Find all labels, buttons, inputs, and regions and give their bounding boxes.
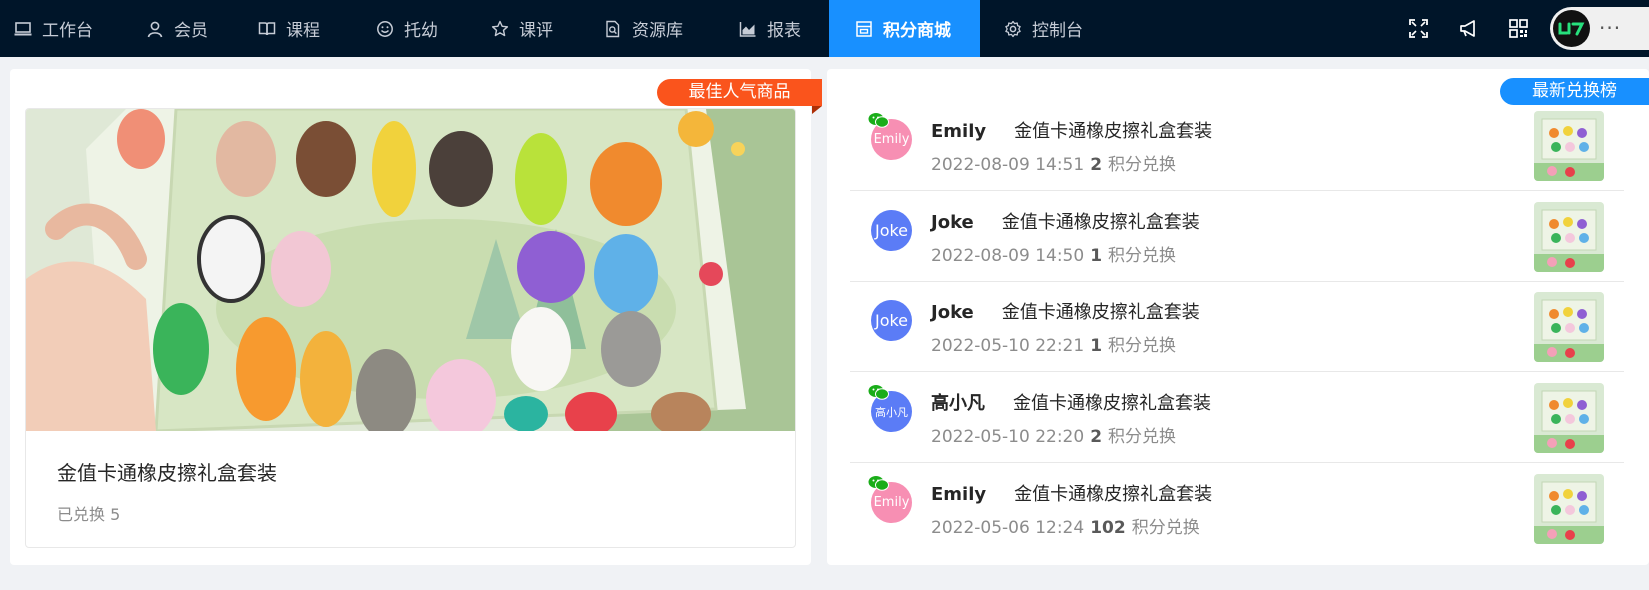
exchange-time: 2022-05-10 22:21 [931, 336, 1085, 356]
exchange-user-line: Joke 金值卡通橡皮擦礼盒套装 [931, 298, 1200, 324]
exchanged-product-name: 金值卡通橡皮擦礼盒套装 [1001, 302, 1200, 323]
exchange-meta: 2022-05-10 22:20 2 积分兑换 [931, 422, 1176, 447]
user-name: Emily [931, 484, 987, 505]
nav-item-review[interactable]: 课评 [491, 0, 553, 57]
user-menu[interactable]: ··· [1550, 7, 1649, 50]
exchanged-product-name: 金值卡通橡皮擦礼盒套装 [1013, 393, 1211, 414]
nav-label: 会员 [174, 21, 208, 41]
exchange-meta: 2022-08-09 14:50 1 积分兑换 [931, 241, 1176, 266]
exchanged-product-name: 金值卡通橡皮擦礼盒套装 [1014, 484, 1213, 505]
exchange-row[interactable]: Emily Emily 金值卡通橡皮擦礼盒套装 2022-08-09 14:51 2 积分… [850, 100, 1624, 191]
user-avatar [1553, 10, 1590, 47]
product-thumbnail [1534, 111, 1604, 181]
points-exchange-label: 积分兑换 [1108, 427, 1177, 447]
product-image [26, 109, 795, 431]
points-value: 2 [1090, 427, 1103, 447]
points-exchange-label: 积分兑换 [1108, 155, 1177, 175]
points-exchange-label: 积分兑换 [1108, 246, 1177, 266]
nav-label: 课程 [286, 21, 320, 41]
gear-icon [1005, 20, 1021, 37]
top-navigation-bar: 工作台 会员 课程 托幼 课评 资源库 报表 积分商城 控制台 ··· [0, 0, 1649, 57]
points-exchange-label: 积分兑换 [1131, 518, 1200, 538]
user-name: Joke [931, 212, 974, 233]
product-name: 金值卡通橡皮擦礼盒套装 [57, 461, 277, 485]
ribbon-fold [812, 106, 822, 114]
product-thumbnail [1534, 292, 1604, 362]
exchange-user-line: Emily 金值卡通橡皮擦礼盒套装 [931, 117, 1212, 143]
nav-label: 控制台 [1032, 21, 1083, 41]
nav-item-workbench[interactable]: 工作台 [14, 0, 93, 57]
product-thumbnail [1534, 474, 1604, 544]
exchange-row[interactable]: Joke Joke 金值卡通橡皮擦礼盒套装 2022-08-09 14:50 1 积分兑换 [850, 191, 1624, 282]
nav-item-reports[interactable]: 报表 [739, 0, 801, 57]
best-popular-ribbon: 最佳人气商品 [657, 79, 822, 106]
notification-icon[interactable] [1458, 18, 1479, 39]
exchange-row[interactable]: Emily Emily 金值卡通橡皮擦礼盒套装 2022-05-06 12:24 102… [850, 463, 1624, 554]
nav-label: 报表 [767, 21, 801, 41]
user-avatar: Joke [871, 210, 912, 251]
points-exchange-label: 积分兑换 [1108, 336, 1177, 356]
exchange-time: 2022-08-09 14:50 [931, 246, 1085, 266]
exchange-user-line: Emily 金值卡通橡皮擦礼盒套装 [931, 480, 1212, 506]
exchange-time: 2022-05-06 12:24 [931, 518, 1085, 538]
wechat-icon [868, 113, 889, 128]
laptop-icon [14, 21, 32, 35]
nav-item-course[interactable]: 课程 [258, 0, 320, 57]
points-value: 102 [1090, 518, 1126, 538]
nav-label: 积分商城 [883, 21, 951, 41]
exchange-meta: 2022-05-06 12:24 102 积分兑换 [931, 513, 1200, 538]
nav-item-points-mall[interactable]: 积分商城 [829, 0, 980, 57]
user-name: Joke [931, 302, 974, 323]
area-chart-icon [739, 21, 756, 37]
nav-label: 托幼 [404, 21, 438, 41]
points-value: 1 [1090, 246, 1103, 266]
more-dots-icon[interactable]: ··· [1599, 16, 1621, 40]
points-value: 2 [1090, 155, 1103, 175]
exchange-time: 2022-05-10 22:20 [931, 427, 1085, 447]
book-icon [258, 21, 276, 35]
exchange-row[interactable]: Joke Joke 金值卡通橡皮擦礼盒套装 2022-05-10 22:21 1 积分兑换 [850, 281, 1624, 372]
smile-icon [377, 20, 393, 37]
wechat-icon [868, 385, 889, 400]
exchanged-product-name: 金值卡通橡皮擦礼盒套装 [1001, 212, 1200, 233]
nav-item-resource-library[interactable]: 资源库 [604, 0, 683, 57]
product-thumbnail [1534, 383, 1604, 453]
shop-icon [856, 20, 872, 37]
qrcode-icon[interactable] [1508, 18, 1529, 39]
star-icon [491, 20, 509, 36]
wechat-icon [868, 476, 889, 491]
user-name: Emily [931, 121, 987, 142]
exchange-row[interactable]: 高小凡 高小凡 金值卡通橡皮擦礼盒套装 2022-05-10 22:20 2 积分兑换 [850, 372, 1624, 463]
exchange-user-line: Joke 金值卡通橡皮擦礼盒套装 [931, 208, 1200, 234]
points-value: 1 [1090, 336, 1103, 356]
nav-item-console[interactable]: 控制台 [1004, 0, 1083, 57]
user-icon [147, 21, 163, 37]
exchange-meta: 2022-08-09 14:51 2 积分兑换 [931, 150, 1176, 175]
nav-item-member[interactable]: 会员 [146, 0, 208, 57]
nav-label: 工作台 [42, 21, 93, 41]
nav-label: 课评 [519, 21, 553, 41]
file-search-icon [606, 20, 620, 37]
nav-label: 资源库 [632, 21, 683, 41]
exchange-time: 2022-08-09 14:51 [931, 155, 1085, 175]
exchanged-product-name: 金值卡通橡皮擦礼盒套装 [1014, 121, 1213, 142]
product-thumbnail [1534, 202, 1604, 272]
nav-item-nursery[interactable]: 托幼 [376, 0, 438, 57]
product-card[interactable]: 金值卡通橡皮擦礼盒套装 已兑换 5 [25, 108, 796, 548]
user-avatar: Joke [871, 300, 912, 341]
exchanged-count: 已兑换 5 [57, 505, 121, 524]
exchange-meta: 2022-05-10 22:21 1 积分兑换 [931, 331, 1176, 356]
user-name: 高小凡 [931, 393, 985, 414]
exchange-user-line: 高小凡 金值卡通橡皮擦礼盒套装 [931, 389, 1211, 415]
fullscreen-icon[interactable] [1408, 18, 1429, 39]
